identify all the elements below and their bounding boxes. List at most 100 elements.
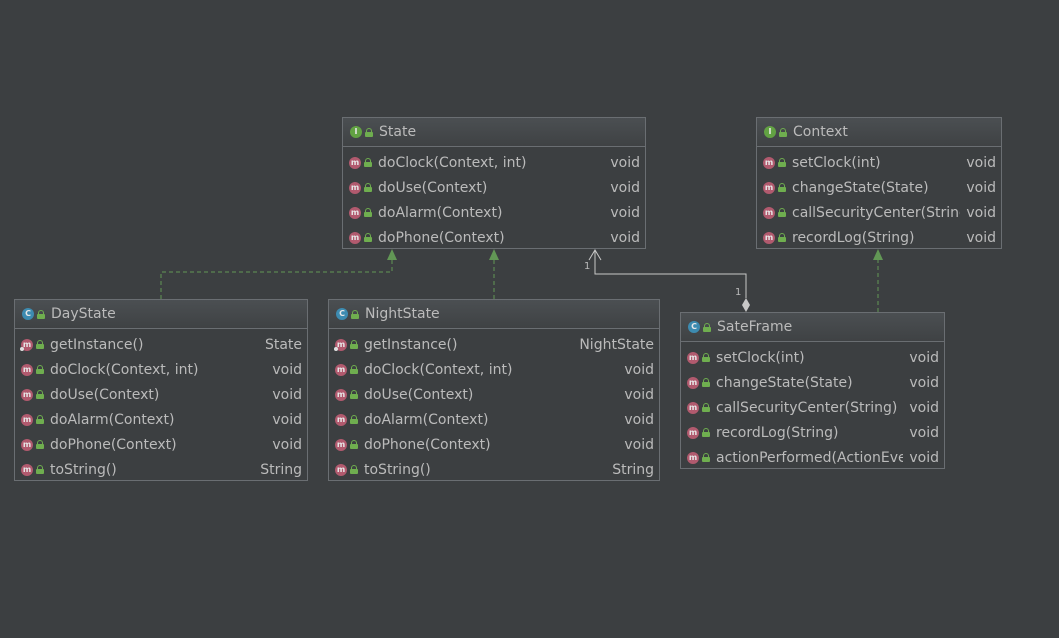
public-lock-icon (350, 415, 358, 424)
context-node[interactable]: I Context m setClock(int) void m changeState(S… (756, 117, 1002, 249)
method-name: doUse(Context) (50, 386, 160, 403)
method-row[interactable]: m getInstance() State (15, 332, 307, 357)
method-icon: m (21, 438, 33, 451)
public-lock-icon (36, 415, 44, 424)
sateframe-members: m setClock(int) void m changeState(State) voi… (681, 342, 944, 470)
method-name: getInstance() (364, 336, 458, 353)
method-icon: m (21, 463, 33, 476)
return-type: void (272, 386, 302, 403)
return-type: void (610, 229, 640, 246)
return-type: State (264, 336, 302, 353)
return-type: void (966, 204, 996, 221)
method-name: doUse(Context) (378, 179, 488, 196)
method-row[interactable]: m doUse(Context) void (343, 175, 645, 200)
method-icon: m (335, 438, 347, 451)
method-name: toString() (364, 461, 431, 478)
method-row[interactable]: m callSecurityCenter(String) void (757, 200, 1001, 225)
method-row[interactable]: m toString() String (329, 457, 659, 482)
open-arrowhead-icon (588, 249, 602, 261)
nightstate-members: m getInstance() NightState m doClock(Context… (329, 329, 659, 482)
return-type: void (909, 349, 939, 366)
sateframe-header[interactable]: C SateFrame (681, 313, 944, 342)
class-icon: C (688, 321, 700, 333)
method-name: getInstance() (50, 336, 144, 353)
nightstate-title: NightState (365, 306, 440, 322)
public-lock-icon (350, 365, 358, 374)
context-header[interactable]: I Context (757, 118, 1001, 147)
method-row[interactable]: m callSecurityCenter(String) void (681, 395, 944, 420)
method-icon: m (21, 388, 33, 401)
public-lock-icon (778, 158, 786, 167)
method-row[interactable]: m recordLog(String) void (757, 225, 1001, 250)
method-name: actionPerformed(ActionEvent) (716, 449, 904, 466)
method-row[interactable]: m doPhone(Context) void (343, 225, 645, 250)
association-edge-sateframe-state (594, 250, 747, 298)
state-header[interactable]: I State (343, 118, 645, 147)
method-row[interactable]: m setClock(int) void (757, 150, 1001, 175)
method-icon: m (21, 413, 33, 426)
method-row[interactable]: m doClock(Context, int) void (329, 357, 659, 382)
method-row[interactable]: m toString() String (15, 457, 307, 482)
public-lock-icon (364, 233, 372, 242)
method-row[interactable]: m doAlarm(Context) void (15, 407, 307, 432)
return-type: void (909, 449, 939, 466)
return-type: void (966, 179, 996, 196)
nightstate-node[interactable]: C NightState m getInstance() NightState m doCl… (328, 299, 660, 481)
public-lock-icon (702, 378, 710, 387)
return-type: NightState (579, 336, 654, 353)
method-name: doAlarm(Context) (378, 204, 503, 221)
daystate-title: DayState (51, 306, 116, 322)
method-icon: m (763, 156, 775, 169)
public-lock-icon (778, 183, 786, 192)
return-type: void (966, 154, 996, 171)
public-lock-icon (36, 365, 44, 374)
public-lock-icon (364, 158, 372, 167)
method-row[interactable]: m doPhone(Context) void (329, 432, 659, 457)
public-lock-icon (36, 440, 44, 449)
realization-arrowhead-icon (873, 249, 883, 260)
method-row[interactable]: m getInstance() NightState (329, 332, 659, 357)
public-lock-icon (703, 322, 711, 332)
method-row[interactable]: m doClock(Context, int) void (343, 150, 645, 175)
method-row[interactable]: m doAlarm(Context) void (343, 200, 645, 225)
state-node[interactable]: I State m doClock(Context, int) void m doUse(C… (342, 117, 646, 249)
nightstate-header[interactable]: C NightState (329, 300, 659, 329)
public-lock-icon (702, 453, 710, 462)
method-icon: m (687, 451, 699, 464)
method-row[interactable]: m doClock(Context, int) void (15, 357, 307, 382)
class-icon: C (336, 308, 348, 320)
daystate-node[interactable]: C DayState m getInstance() State m doClock(Con… (14, 299, 308, 481)
method-name: doUse(Context) (364, 386, 474, 403)
return-type: void (624, 386, 654, 403)
method-row[interactable]: m doUse(Context) void (15, 382, 307, 407)
daystate-header[interactable]: C DayState (15, 300, 307, 329)
method-icon: m (335, 463, 347, 476)
method-icon: m (687, 401, 699, 414)
method-name: callSecurityCenter(String) (792, 204, 961, 221)
sateframe-node[interactable]: C SateFrame m setClock(int) void m changeState… (680, 312, 945, 469)
method-row[interactable]: m doPhone(Context) void (15, 432, 307, 457)
method-row[interactable]: m actionPerformed(ActionEvent) void (681, 445, 944, 470)
method-icon: m (687, 426, 699, 439)
method-name: recordLog(String) (716, 424, 839, 441)
method-row[interactable]: m doUse(Context) void (329, 382, 659, 407)
method-name: doClock(Context, int) (50, 361, 199, 378)
return-type: String (260, 461, 302, 478)
method-row[interactable]: m changeState(State) void (681, 370, 944, 395)
method-row[interactable]: m changeState(State) void (757, 175, 1001, 200)
return-type: void (272, 436, 302, 453)
method-icon: m (335, 363, 347, 376)
return-type: void (624, 411, 654, 428)
method-name: setClock(int) (792, 154, 881, 171)
method-name: doPhone(Context) (378, 229, 505, 246)
public-lock-icon (365, 127, 373, 137)
method-row[interactable]: m setClock(int) void (681, 345, 944, 370)
class-icon: C (22, 308, 34, 320)
return-type: void (624, 436, 654, 453)
method-name: doPhone(Context) (364, 436, 491, 453)
static-marker-icon (334, 347, 338, 351)
method-row[interactable]: m doAlarm(Context) void (329, 407, 659, 432)
method-name: doAlarm(Context) (50, 411, 175, 428)
method-row[interactable]: m recordLog(String) void (681, 420, 944, 445)
public-lock-icon (779, 127, 787, 137)
